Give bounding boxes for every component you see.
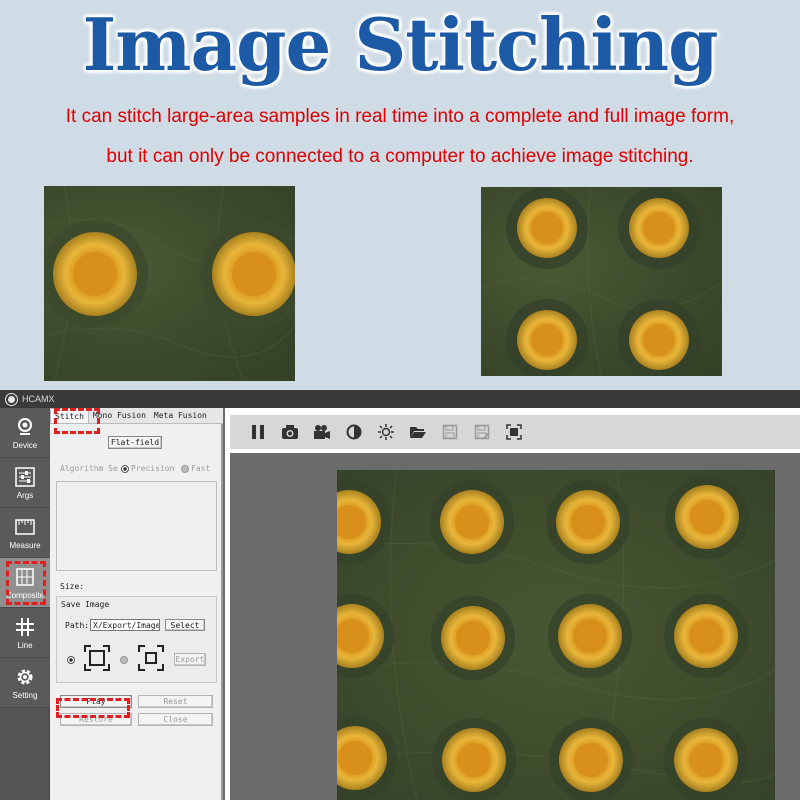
precision-radio-icon[interactable] (121, 464, 129, 473)
description-line-1: It can stitch large-area samples in real… (65, 106, 735, 127)
grid-icon (14, 616, 36, 638)
sliders-icon (14, 466, 36, 488)
flat-field-button[interactable]: Flat-field (108, 436, 162, 449)
size-label: Size: (60, 582, 85, 591)
stitch-panel: Stitch Mono Fusion Meta Fusion Flat-fiel… (50, 408, 223, 800)
app-logo-icon (6, 393, 17, 405)
brightness-icon[interactable] (370, 419, 402, 445)
full-frame-radio-icon[interactable] (67, 656, 75, 664)
nav-label: Args (16, 490, 34, 500)
nav-label: Device (12, 440, 38, 450)
nav-setting[interactable]: Setting (0, 658, 50, 708)
gear-icon (14, 666, 36, 688)
save-icon[interactable] (434, 419, 466, 445)
restore-button[interactable]: Restore (60, 713, 132, 726)
nav-line[interactable]: Line (0, 608, 50, 658)
webcam-icon (14, 416, 36, 438)
select-button[interactable]: Select (165, 619, 205, 631)
nav-label: Setting (12, 690, 38, 700)
algorithm-label: Algorithm Se (60, 464, 118, 473)
reset-button[interactable]: Reset (138, 695, 213, 708)
save-image-label: Save Image (61, 600, 110, 609)
nav-device[interactable]: Device (0, 408, 50, 458)
export-button[interactable]: Export (174, 653, 206, 666)
fast-label: Fast (191, 464, 211, 473)
fast-option[interactable]: Fast (181, 464, 210, 473)
close-button[interactable]: Close (138, 713, 213, 726)
headline-title: Image Stitching (82, 2, 719, 87)
nav-composite[interactable]: Composite (0, 558, 50, 608)
play-button[interactable]: Play (60, 695, 132, 708)
left-nav: Device Args Measure Composite Line Setti… (0, 408, 50, 800)
save-as-icon[interactable] (466, 419, 498, 445)
nav-label: Composite (5, 590, 45, 600)
pause-icon[interactable] (242, 419, 274, 445)
tab-mono-fusion[interactable]: Mono Fusion (89, 408, 150, 423)
composite-icon (14, 566, 36, 588)
region-frame-icon[interactable] (138, 645, 164, 676)
title-bar: HCAMX (0, 390, 800, 408)
open-folder-icon[interactable] (402, 419, 434, 445)
nav-label: Line (17, 640, 33, 650)
panel-tabs: Stitch Mono Fusion Meta Fusion (50, 408, 223, 424)
preview-box (56, 481, 217, 571)
precision-option[interactable]: Precision (121, 464, 174, 473)
contrast-icon[interactable] (338, 419, 370, 445)
sample-image-four-pads (481, 187, 722, 376)
tab-stitch[interactable]: Stitch (50, 408, 89, 423)
path-input[interactable]: X/Export/Image (90, 619, 160, 631)
image-toolbar (230, 415, 800, 449)
ruler-icon (14, 516, 36, 538)
nav-label: Measure (9, 540, 41, 550)
save-image-group (56, 596, 217, 683)
fast-radio-icon[interactable] (181, 464, 189, 473)
description-line-2: but it can only be connected to a comput… (106, 146, 694, 167)
camera-icon[interactable] (274, 419, 306, 445)
nav-args[interactable]: Args (0, 458, 50, 508)
app-title: HCAMX (22, 394, 55, 404)
sample-image-two-pads (44, 186, 295, 381)
fit-screen-icon[interactable] (498, 419, 530, 445)
precision-label: Precision (131, 464, 175, 473)
stitched-image (337, 470, 775, 800)
nav-measure[interactable]: Measure (0, 508, 50, 558)
path-label: Path: (65, 621, 90, 630)
tab-meta-fusion[interactable]: Meta Fusion (150, 408, 211, 423)
full-frame-icon[interactable] (84, 645, 110, 676)
region-radio-icon[interactable] (120, 656, 128, 664)
video-camera-icon[interactable] (306, 419, 338, 445)
